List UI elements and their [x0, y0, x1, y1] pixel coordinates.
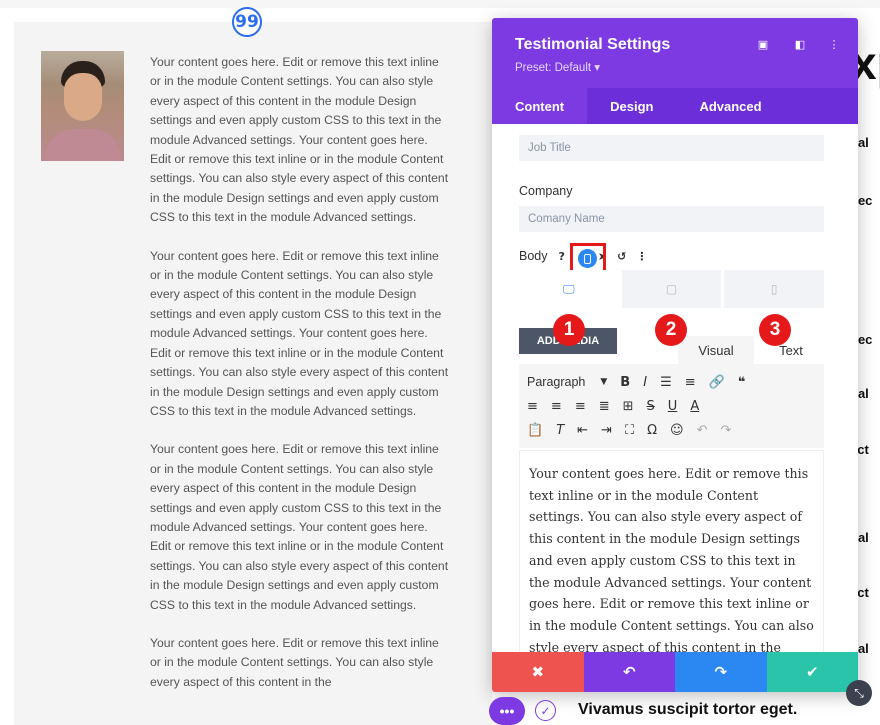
paragraph: Your content goes here. Edit or remove t…: [150, 247, 450, 422]
list-item-text: Vivamus suscipit tortor eget.: [578, 701, 797, 719]
quote-icon: 99: [232, 7, 262, 37]
panel-footer: ✖ ↶ ↷ ✔: [492, 652, 858, 692]
italic-icon[interactable]: I: [643, 375, 647, 390]
avatar: [41, 51, 124, 161]
testimonial-body[interactable]: Your content goes here. Edit or remove t…: [150, 53, 450, 711]
tablet-icon[interactable]: ▢: [622, 270, 722, 308]
tab-content[interactable]: Content: [492, 88, 587, 124]
device-tabs: 🖵 ▢ ▯: [519, 270, 824, 308]
underline-icon[interactable]: U: [668, 399, 678, 414]
align-left-icon[interactable]: ≡: [527, 399, 538, 414]
paste-icon[interactable]: 📋: [527, 423, 543, 438]
desktop-icon[interactable]: 🖵: [519, 270, 619, 308]
panel-body: Job Title Company Comany Name Body ? ➤ ↺…: [492, 124, 858, 652]
chevron-down-icon[interactable]: ▼: [600, 377, 607, 387]
undo-button[interactable]: ↶: [584, 652, 676, 692]
editor-toolbar: Paragraph ▼ B I ☰ ≡ 🔗 ❝ ≡ ≡ ≡ ≣ ⊞ S U: [519, 364, 824, 448]
numbered-list-icon[interactable]: ≡: [685, 375, 696, 390]
bullet-list-icon[interactable]: ☰: [660, 375, 672, 390]
emoji-icon[interactable]: ☺: [670, 423, 684, 438]
split-view-icon[interactable]: ◧: [792, 36, 808, 52]
clear-format-icon[interactable]: T: [556, 423, 564, 438]
avatar-shirt: [45, 129, 121, 161]
company-field[interactable]: Comany Name: [519, 206, 824, 232]
tab-design[interactable]: Design: [587, 88, 676, 124]
more-button[interactable]: •••: [489, 697, 525, 725]
phone-icon[interactable]: ▯: [724, 270, 824, 308]
toolbar-row: ≡ ≡ ≡ ≣ ⊞ S U A: [527, 394, 816, 418]
align-center-icon[interactable]: ≡: [551, 399, 562, 414]
tab-advanced[interactable]: Advanced: [676, 88, 784, 124]
job-title-field[interactable]: Job Title: [519, 135, 824, 161]
paragraph-select[interactable]: Paragraph: [527, 375, 585, 389]
paragraph: Your content goes here. Edit or remove t…: [150, 440, 450, 615]
step-badge: 3: [759, 314, 791, 346]
indent-icon[interactable]: ⇥: [601, 423, 612, 438]
table-icon[interactable]: ⊞: [623, 399, 634, 414]
bold-icon[interactable]: B: [620, 375, 630, 390]
redo-icon[interactable]: ↷: [720, 423, 731, 438]
justify-icon[interactable]: ≣: [599, 399, 610, 414]
align-right-icon[interactable]: ≡: [575, 399, 586, 414]
more-icon[interactable]: ⋮: [826, 36, 842, 52]
cancel-button[interactable]: ✖: [492, 652, 584, 692]
resize-icon[interactable]: ⤡: [846, 680, 872, 706]
company-label: Company: [519, 184, 573, 198]
step-badge: 1: [553, 314, 585, 346]
link-icon[interactable]: 🔗: [709, 375, 725, 390]
outdent-icon[interactable]: ⇤: [577, 423, 588, 438]
top-strip: [0, 0, 880, 8]
panel-title: Testimonial Settings: [515, 36, 670, 54]
toolbar-row: Paragraph ▼ B I ☰ ≡ 🔗 ❝: [527, 370, 816, 394]
omega-icon[interactable]: Ω: [647, 423, 657, 438]
responsive-toggle-icon[interactable]: [578, 249, 597, 268]
screen: 99 Your content goes here. Edit or remov…: [0, 0, 880, 725]
check-icon: ✓: [535, 700, 556, 721]
step-badge: 2: [655, 314, 687, 346]
paragraph: Your content goes here. Edit or remove t…: [150, 53, 450, 228]
more-options-icon[interactable]: ⋮: [636, 250, 647, 263]
paragraph: Your content goes here. Edit or remove t…: [150, 634, 450, 692]
reset-icon[interactable]: ↺: [617, 250, 626, 263]
blockquote-icon[interactable]: ❝: [738, 375, 746, 390]
visual-tab[interactable]: Visual: [678, 336, 754, 364]
avatar-face: [64, 73, 102, 121]
panel-tabs: Content Design Advanced: [492, 88, 858, 124]
panel-header[interactable]: Testimonial Settings Preset: Default ▾ ▣…: [492, 18, 858, 88]
editor-content[interactable]: Your content goes here. Edit or remove t…: [519, 450, 824, 652]
text-color-icon[interactable]: A: [690, 399, 699, 414]
redo-button[interactable]: ↷: [675, 652, 767, 692]
save-button[interactable]: ✔: [767, 652, 859, 692]
expand-icon[interactable]: ▣: [755, 36, 771, 52]
fullscreen-icon[interactable]: ⛶: [625, 423, 634, 438]
strikethrough-icon[interactable]: S: [647, 399, 655, 414]
undo-icon[interactable]: ↶: [697, 423, 708, 438]
toolbar-row: 📋 T ⇤ ⇥ ⛶ Ω ☺ ↶ ↷: [527, 418, 816, 442]
preset-dropdown[interactable]: Preset: Default ▾: [515, 60, 600, 74]
body-label: Body: [519, 249, 548, 263]
help-icon[interactable]: ?: [559, 250, 565, 263]
settings-panel: Testimonial Settings Preset: Default ▾ ▣…: [492, 18, 858, 692]
